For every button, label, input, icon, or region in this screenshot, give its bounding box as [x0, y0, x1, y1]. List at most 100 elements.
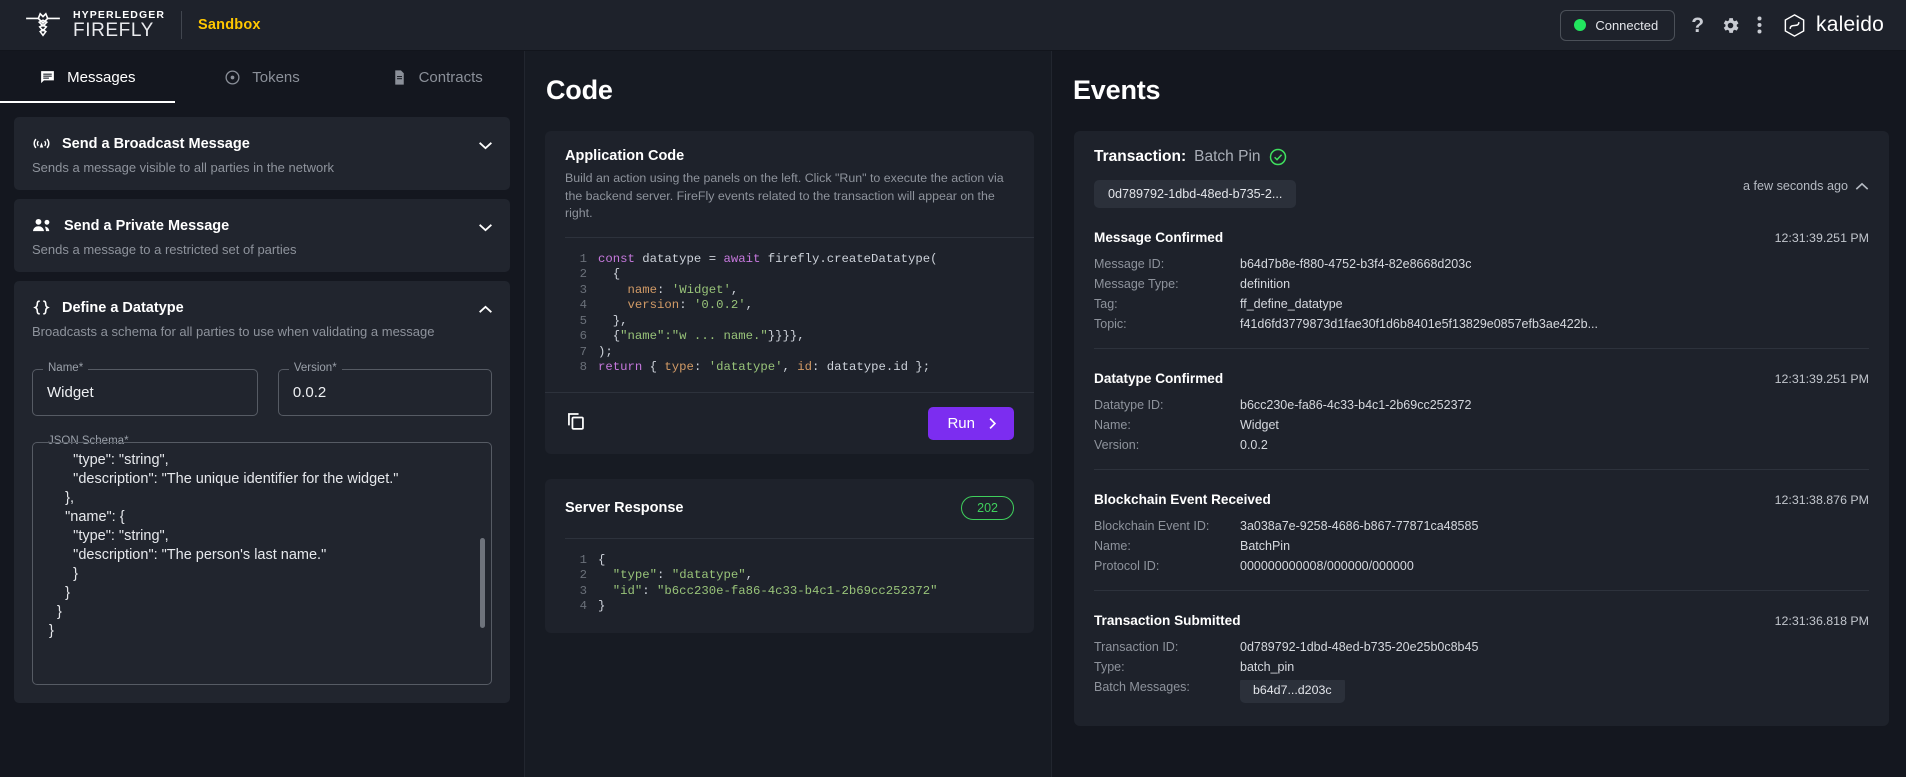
event-row-key: Topic: — [1094, 317, 1240, 331]
timestamp-text: a few seconds ago — [1743, 179, 1848, 193]
chevron-down-icon[interactable] — [478, 141, 493, 150]
tab-messages[interactable]: Messages — [0, 51, 175, 103]
copy-icon — [565, 410, 586, 431]
name-field-wrapper[interactable]: Name* Widget — [32, 369, 258, 416]
action-card-private[interactable]: Send a Private Message Sends a message t… — [14, 199, 510, 272]
action-title-datatype: Define a Datatype — [62, 300, 184, 316]
datatype-form: Name* Widget Version* 0.0.2 JSON Schema*… — [14, 354, 510, 703]
event-row-value: 0d789792-1dbd-48ed-b735-20e25b0c8b45 — [1240, 640, 1478, 654]
event-row-value: Widget — [1240, 418, 1279, 432]
event-divider — [1094, 590, 1869, 591]
event-row-key: Version: — [1094, 438, 1240, 452]
event-row: Version:0.0.2 — [1094, 435, 1869, 455]
environment-label: Sandbox — [198, 17, 261, 33]
event-row-value: b6cc230e-fa86-4c33-b4c1-2b69cc252372 — [1240, 398, 1471, 412]
transaction-timestamp[interactable]: a few seconds ago — [1743, 179, 1869, 193]
version-field-wrapper[interactable]: Version* 0.0.2 — [278, 369, 492, 416]
chevron-up-icon[interactable] — [478, 305, 493, 314]
server-response-card: Server Response 202 1 2 3 4 { "type": "d… — [545, 479, 1034, 633]
version-input[interactable]: 0.0.2 — [293, 384, 326, 401]
brand-hyperledger: HYPERLEDGER — [73, 10, 165, 21]
code-footer: Run — [545, 392, 1034, 454]
event-group: Message Confirmed12:31:39.251 PM Message … — [1094, 230, 1869, 349]
action-cards: Send a Broadcast Message Sends a message… — [0, 103, 524, 703]
status-dot-icon — [1574, 19, 1586, 31]
transaction-id-chip[interactable]: 0d789792-1dbd-48ed-b735-2... — [1094, 180, 1296, 208]
event-title: Transaction Submitted — [1094, 613, 1241, 628]
firefly-logo[interactable]: HYPERLEDGER FIREFLY — [24, 10, 165, 41]
code-line-numbers: 1 2 3 4 5 6 7 8 — [565, 252, 587, 376]
event-group: Datatype Confirmed12:31:39.251 PMDatatyp… — [1094, 371, 1869, 470]
event-row-value: b64d7b8e-f880-4752-b3f4-82e8668d203c — [1240, 257, 1471, 271]
schema-scrollbar[interactable] — [480, 538, 485, 628]
event-row-value: ff_define_datatype — [1240, 297, 1343, 311]
event-title: Datatype Confirmed — [1094, 371, 1223, 386]
help-button[interactable]: ? — [1691, 15, 1704, 36]
event-group-header: Datatype Confirmed12:31:39.251 PM — [1094, 371, 1869, 386]
event-group-header: Message Confirmed12:31:39.251 PM — [1094, 230, 1869, 245]
event-row-value: 000000000008/000000/000000 — [1240, 559, 1414, 573]
connection-status-button[interactable]: Connected — [1560, 10, 1675, 41]
tab-tokens[interactable]: Tokens — [175, 51, 350, 103]
event-row: Message Type:definition — [1094, 274, 1869, 294]
chevron-up-icon[interactable] — [1855, 182, 1869, 191]
event-row-key: Name: — [1094, 418, 1240, 432]
more-options-button[interactable] — [1757, 15, 1762, 35]
event-row: Blockchain Event ID:3a038a7e-9258-4686-b… — [1094, 516, 1869, 536]
kaleido-mark-icon — [1782, 13, 1807, 38]
tab-messages-label: Messages — [67, 69, 135, 86]
action-sub-broadcast: Sends a message visible to all parties i… — [32, 160, 466, 175]
run-button-label: Run — [947, 415, 975, 432]
event-rows: Transaction ID:0d789792-1dbd-48ed-b735-2… — [1094, 637, 1869, 706]
people-icon — [32, 216, 53, 235]
code-block: 1 2 3 4 5 6 7 8 const datatype = await f… — [565, 238, 1014, 392]
name-input[interactable]: Widget — [47, 384, 94, 401]
settings-button[interactable] — [1720, 15, 1741, 36]
event-row: Type:batch_pin — [1094, 657, 1869, 677]
event-row: Name:Widget — [1094, 415, 1869, 435]
event-row-key: Blockchain Event ID: — [1094, 519, 1240, 533]
event-row-value: 3a038a7e-9258-4686-b867-77871ca48585 — [1240, 519, 1478, 533]
header-divider — [181, 11, 182, 39]
json-schema-textarea[interactable]: "type": "string", "description": "The un… — [49, 451, 475, 641]
transaction-name: Batch Pin — [1194, 148, 1260, 166]
token-circle-icon — [224, 69, 241, 86]
event-row-key: Name: — [1094, 539, 1240, 553]
response-line-numbers: 1 2 3 4 — [565, 553, 587, 615]
copy-code-button[interactable] — [565, 410, 586, 436]
event-row: Topic:f41d6fd3779873d1fae30f1d6b8401e5f1… — [1094, 314, 1869, 334]
brand-firefly: FIREFLY — [73, 21, 165, 40]
event-row-key: Tag: — [1094, 297, 1240, 311]
run-button[interactable]: Run — [928, 407, 1014, 440]
event-group: Blockchain Event Received12:31:38.876 PM… — [1094, 492, 1869, 591]
chevron-down-icon[interactable] — [478, 223, 493, 232]
event-row-chip[interactable]: b64d7...d203c — [1240, 680, 1345, 703]
application-code-card: Application Code Build an action using t… — [545, 131, 1034, 454]
action-card-datatype[interactable]: Define a Datatype Broadcasts a schema fo… — [14, 281, 510, 703]
event-row-key: Message ID: — [1094, 257, 1240, 271]
event-time: 12:31:39.251 PM — [1775, 231, 1869, 245]
kaleido-logo[interactable]: kaleido — [1782, 13, 1884, 38]
application-code-title: Application Code — [565, 148, 1014, 164]
tab-bar: Messages Tokens Contracts — [0, 51, 524, 103]
vertical-dots-icon — [1757, 15, 1762, 35]
action-card-broadcast[interactable]: Send a Broadcast Message Sends a message… — [14, 117, 510, 190]
main-columns: Messages Tokens Contracts — [0, 51, 1906, 777]
tab-contracts[interactable]: Contracts — [349, 51, 524, 103]
event-divider — [1094, 348, 1869, 349]
event-row-value: b64d7...d203c — [1240, 680, 1345, 703]
tab-tokens-label: Tokens — [252, 69, 300, 86]
action-sub-private: Sends a message to a restricted set of p… — [32, 242, 466, 257]
version-field-label: Version* — [289, 362, 342, 374]
event-row: Protocol ID:000000000008/000000/000000 — [1094, 556, 1869, 576]
status-code-badge: 202 — [961, 496, 1014, 520]
event-row: Name:BatchPin — [1094, 536, 1869, 556]
schema-field-wrapper[interactable]: JSON Schema* "type": "string", "descript… — [32, 442, 492, 685]
code-source[interactable]: const datatype = await firefly.createDat… — [598, 252, 937, 376]
success-check-icon — [1269, 148, 1287, 166]
app-header: HYPERLEDGER FIREFLY Sandbox Connected ? — [0, 0, 1906, 51]
curly-braces-icon — [32, 298, 51, 317]
event-row: Datatype ID:b6cc230e-fa86-4c33-b4c1-2b69… — [1094, 395, 1869, 415]
transaction-header: Transaction: Batch Pin — [1094, 148, 1869, 166]
gear-icon — [1720, 15, 1741, 36]
